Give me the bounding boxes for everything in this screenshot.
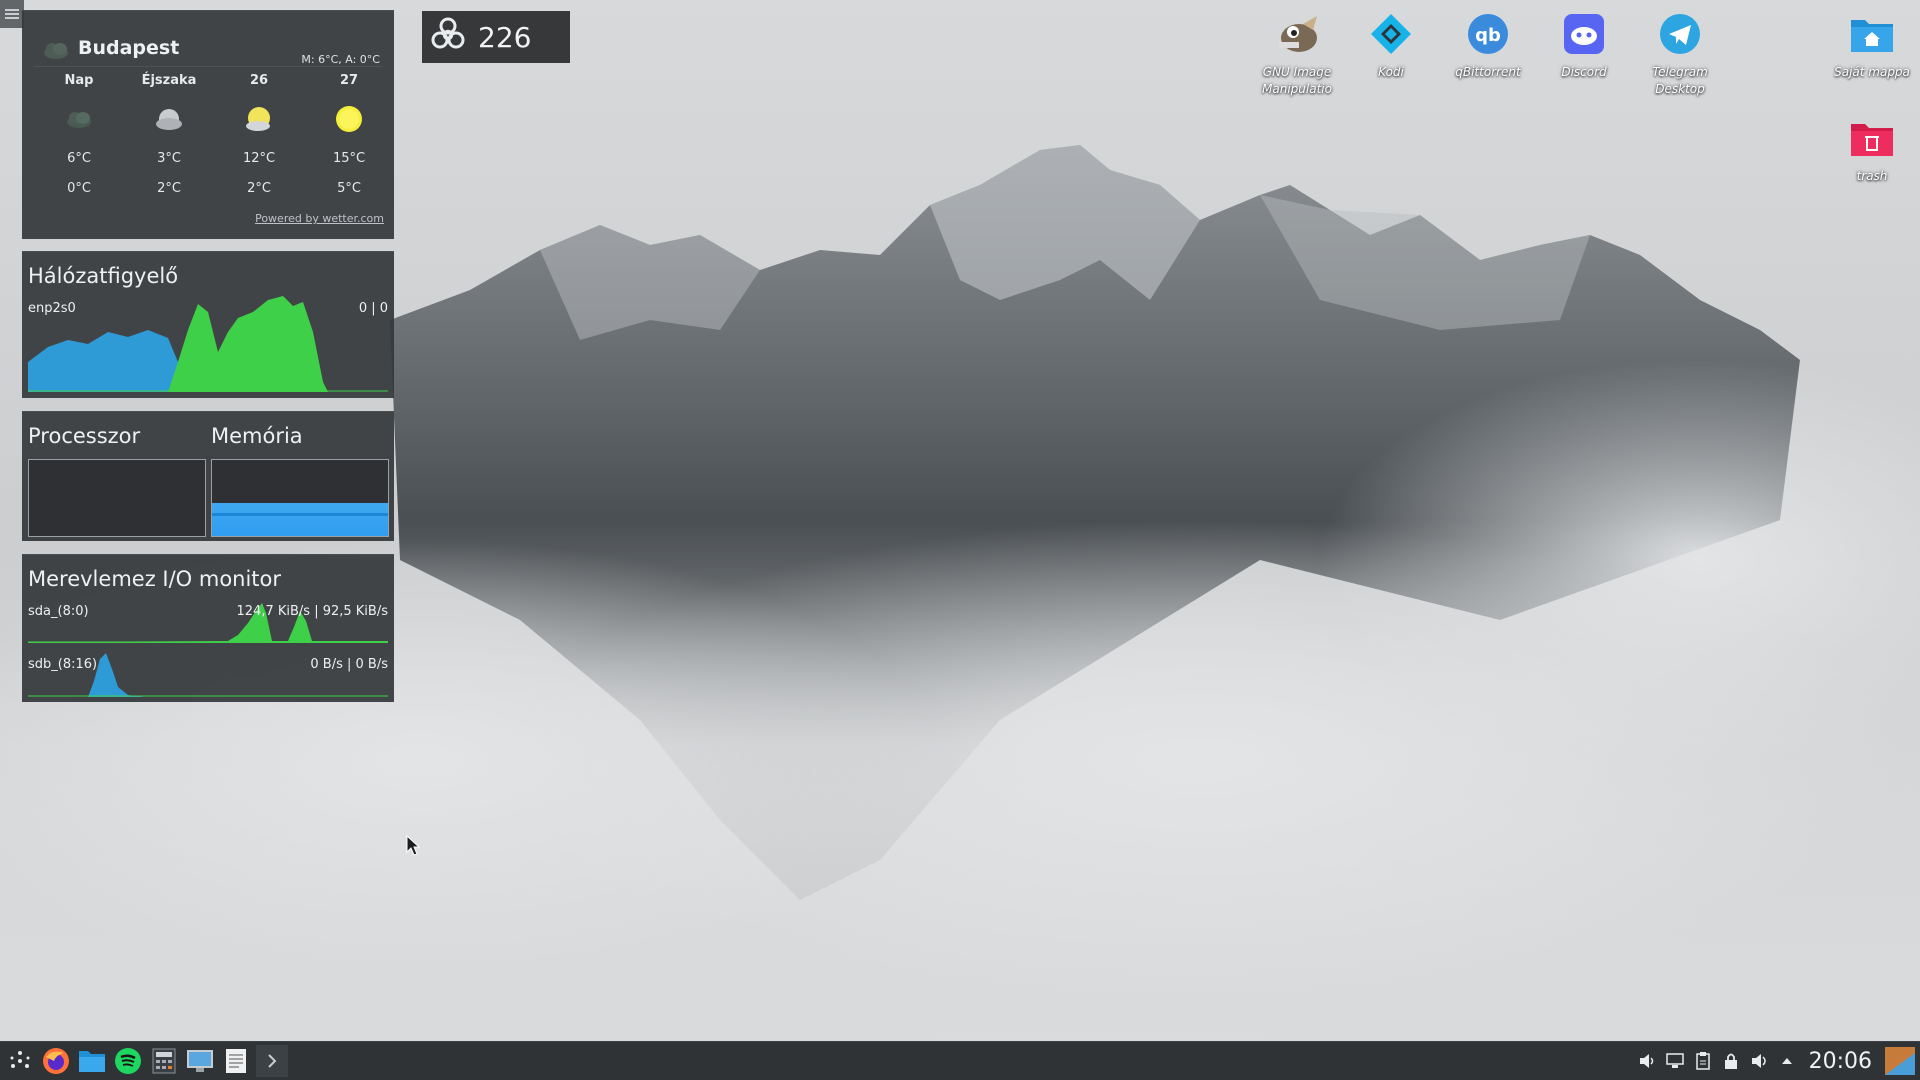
file-manager-icon[interactable] (76, 1045, 108, 1077)
biohazard-icon (430, 17, 466, 57)
hamburger-icon (5, 9, 19, 19)
app-launcher-icon[interactable] (4, 1045, 36, 1077)
desktop-icon-label: Discord (1561, 65, 1607, 79)
sun-icon (334, 104, 364, 138)
volume-icon[interactable] (1749, 1045, 1769, 1077)
forecast-day: 27 15°C 5°C (304, 73, 394, 209)
mouse-cursor-icon (406, 835, 421, 856)
qbittorrent-icon: qb (1464, 10, 1512, 58)
firefox-icon[interactable] (40, 1045, 72, 1077)
show-desktop-icon[interactable] (1884, 1045, 1916, 1077)
forecast-label: Éjszaka (141, 73, 197, 88)
tray-expand-icon[interactable] (1777, 1045, 1797, 1077)
weather-minmax: M: 6°C, A: 0°C (301, 53, 380, 66)
biohazard-counter-widget[interactable]: 226 (422, 11, 570, 63)
desktop-icon-label: Kodi (1378, 65, 1404, 79)
forecast-label: Nap (64, 73, 94, 88)
desktop-icon-label: Saját mappa (1834, 65, 1910, 79)
system-monitor-widget[interactable]: Processzor Memória (22, 411, 394, 541)
disk-io-widget[interactable]: Merevlemez I/O monitor sda_(8:0) 124,7 K… (22, 554, 394, 702)
weather-credit-link[interactable]: Powered by wetter.com (255, 212, 384, 225)
home-folder-icon (1848, 10, 1896, 58)
network-interface: enp2s0 (28, 301, 76, 316)
forecast-high: 15°C (332, 151, 366, 166)
discord-icon (1560, 10, 1608, 58)
forecast-label: 26 (249, 73, 269, 88)
desktop-icon-label: qBittorrent (1455, 65, 1521, 79)
partly-sunny-icon (244, 106, 274, 136)
desktop-icon-label: trash (1856, 169, 1888, 183)
network-monitor-widget[interactable]: Hálózatfigyelő enp2s0 0 | 0 (22, 251, 394, 398)
spotify-icon[interactable] (112, 1045, 144, 1077)
taskbar: 20:06 (0, 1041, 1920, 1080)
forecast-low: 5°C (337, 181, 361, 196)
desktop-toolbox-button[interactable] (0, 0, 24, 28)
desktop-icon-kodi[interactable]: Kodi (1343, 10, 1439, 81)
calculator-icon[interactable] (148, 1045, 180, 1077)
forecast-high: 6°C (67, 151, 91, 166)
lock-icon[interactable] (1721, 1045, 1741, 1077)
weather-widget[interactable]: Budapest M: 6°C, A: 0°C Nap 6°C 0°C Éjsz… (22, 10, 394, 239)
disk-values: 0 B/s | 0 B/s (310, 657, 388, 672)
desktop-icon-trash[interactable]: trash (1824, 114, 1920, 185)
memory-usage-line (212, 512, 388, 516)
network-icon[interactable] (1665, 1045, 1685, 1077)
desktop-icon-discord[interactable]: Discord (1536, 10, 1632, 81)
desktop-icon-home[interactable]: Saját mappa (1824, 10, 1920, 81)
widget-title: Hálózatfigyelő (28, 264, 179, 288)
weather-location: Budapest (78, 37, 180, 59)
expand-arrow-icon[interactable] (256, 1045, 288, 1077)
memory-graph (211, 459, 389, 537)
memory-title: Memória (211, 424, 303, 448)
disk-values: 124,7 KiB/s | 92,5 KiB/s (236, 604, 389, 619)
speaker-icon[interactable] (1637, 1045, 1657, 1077)
memory-usage-fill (212, 502, 388, 536)
forecast-low: 2°C (247, 181, 271, 196)
cloud-dark-icon (42, 41, 70, 63)
network-graph (28, 296, 388, 392)
cloud-dark-icon (64, 109, 94, 133)
cpu-graph (28, 459, 206, 537)
forecast-day: 26 12°C 2°C (214, 73, 304, 209)
kodi-icon (1367, 10, 1415, 58)
weather-forecast: Nap 6°C 0°C Éjszaka 3°C 2°C 26 12°C 2°C … (34, 73, 394, 209)
desktop-icon-label: GNU Image Manipulatio (1262, 65, 1332, 96)
trash-icon (1848, 114, 1896, 162)
disk-name: sda_(8:0) (28, 604, 89, 619)
svg-text:qb: qb (1475, 25, 1501, 46)
forecast-low: 0°C (67, 181, 91, 196)
widget-title: Merevlemez I/O monitor (28, 567, 282, 591)
forecast-label: 27 (339, 73, 359, 88)
forecast-high: 12°C (242, 151, 276, 166)
cpu-title: Processzor (28, 424, 141, 448)
text-editor-icon[interactable] (220, 1045, 252, 1077)
forecast-high: 3°C (157, 151, 181, 166)
telegram-icon (1656, 10, 1704, 58)
desktop-icon-gimp[interactable]: GNU Image Manipulatio (1249, 10, 1345, 98)
forecast-low: 2°C (157, 181, 181, 196)
weather-divider (34, 66, 382, 67)
cloud-icon (154, 107, 184, 135)
counter-value: 226 (478, 20, 532, 54)
system-monitor-icon[interactable] (184, 1045, 216, 1077)
system-tray: 20:06 (1637, 1045, 1916, 1077)
taskbar-launchers (4, 1045, 288, 1077)
forecast-day: Nap 6°C 0°C (34, 73, 124, 209)
forecast-day: Éjszaka 3°C 2°C (124, 73, 214, 209)
gimp-icon (1273, 10, 1321, 58)
network-values: 0 | 0 (358, 301, 388, 316)
clipboard-icon[interactable] (1693, 1045, 1713, 1077)
desktop-icon-telegram[interactable]: Telegram Desktop (1632, 10, 1728, 98)
desktop-icon-label: Telegram Desktop (1652, 65, 1708, 96)
clock[interactable]: 20:06 (1809, 1049, 1872, 1074)
disk-name: sdb_(8:16) (28, 657, 98, 672)
desktop-icon-qbittorrent[interactable]: qb qBittorrent (1440, 10, 1536, 81)
